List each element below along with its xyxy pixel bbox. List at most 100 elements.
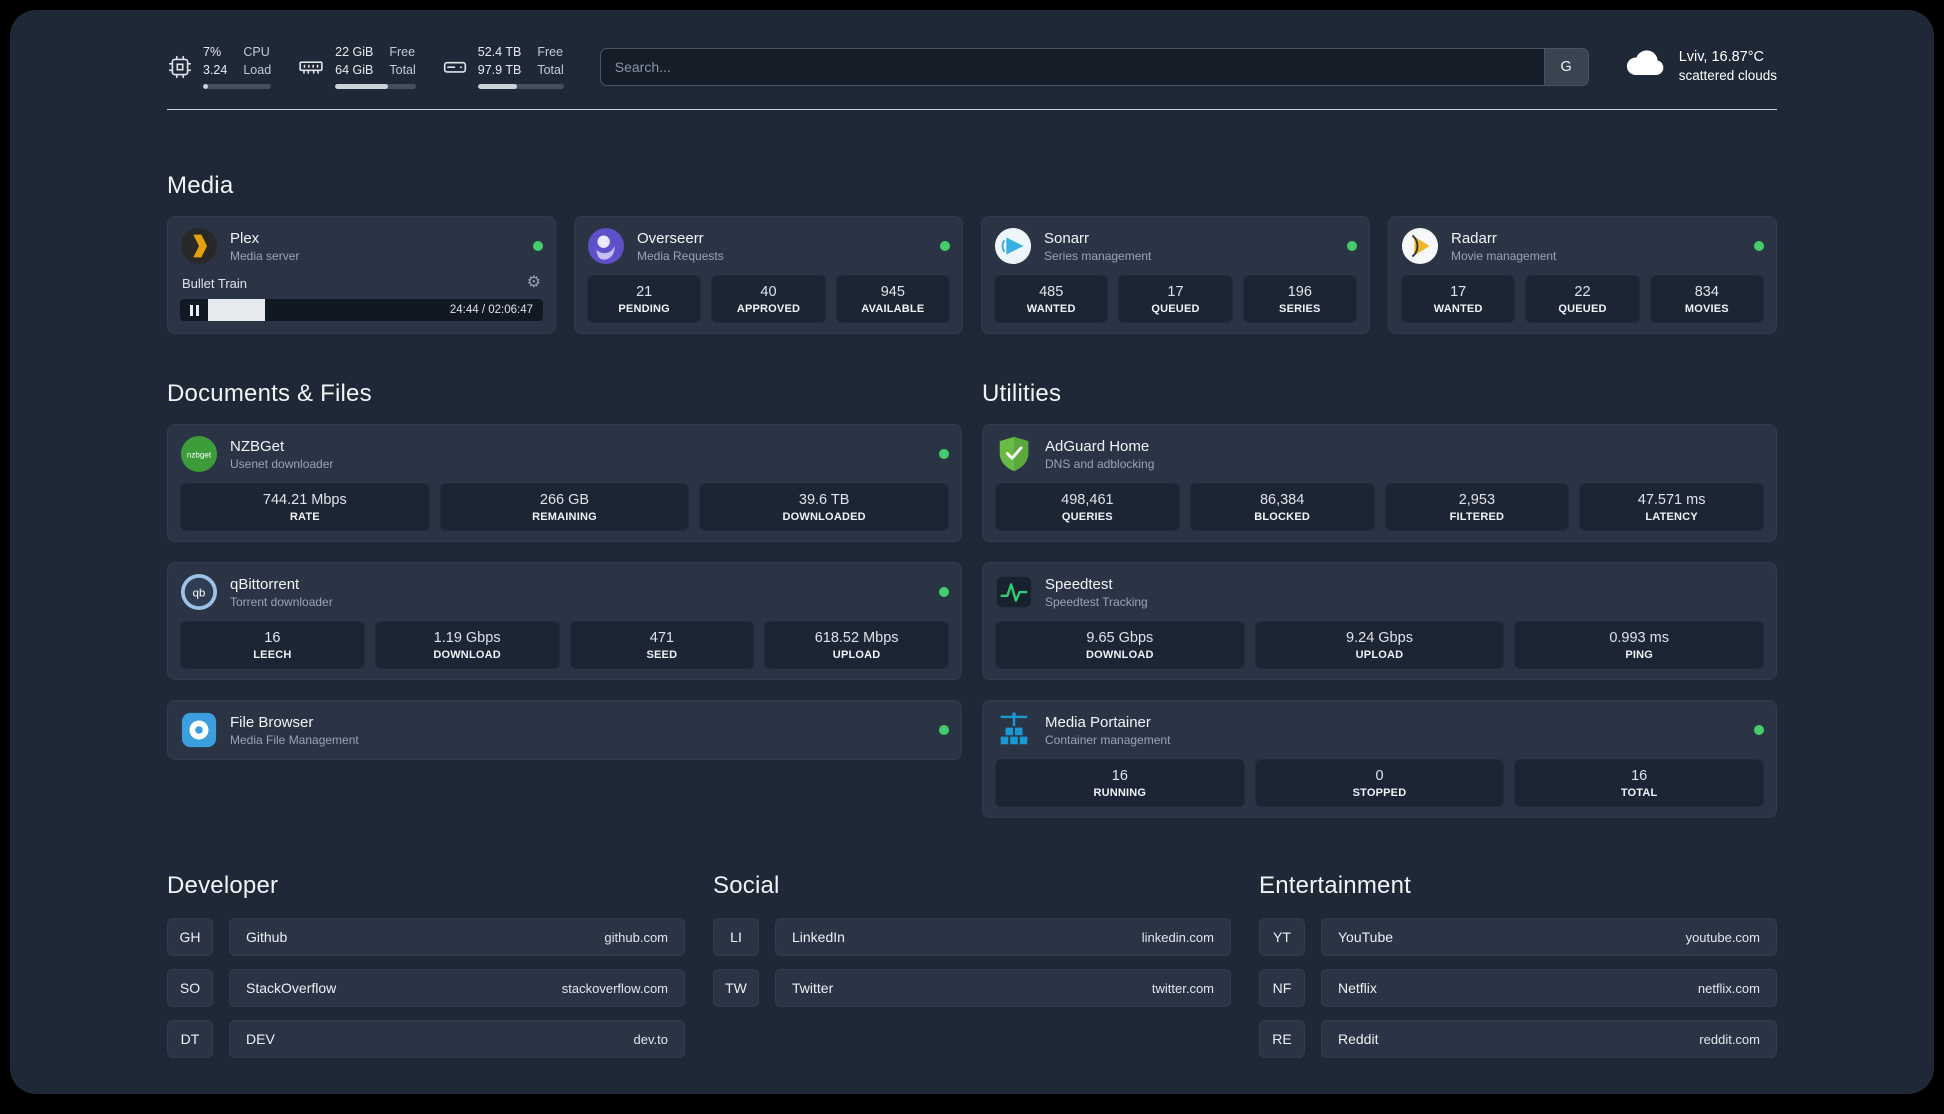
bookmark-url: youtube.com [1685,929,1760,945]
memory-free-value: 22 GiB [335,45,374,59]
status-dot [1347,241,1357,251]
bookmark-link[interactable]: Reddit reddit.com [1321,1020,1777,1058]
stat-tile: 16 TOTAL [1514,759,1764,807]
plex-icon [180,227,218,265]
stat-value: 47.571 ms [1637,492,1706,508]
app-name: Plex [230,229,260,247]
bookmark-row: DT DEV dev.to [167,1020,685,1058]
disk-icon [442,54,468,80]
bookmark-link[interactable]: LinkedIn linkedin.com [775,918,1231,956]
stat-label: QUEUED [1558,303,1607,315]
sonarr-card[interactable]: Sonarr Series management 485 WANTED 17 Q… [981,216,1370,334]
seek-track[interactable]: 24:44 / 02:06:47 [208,299,543,321]
stat-label: MOVIES [1684,303,1729,315]
stat-value: 17 [1167,284,1184,300]
app-desc: DNS and adblocking [1045,456,1155,471]
plex-card[interactable]: Plex Media server Bullet Train ⚙ 24:44 /… [167,216,556,334]
bookmark-abbr[interactable]: SO [167,969,213,1007]
stat-label: SERIES [1279,303,1321,315]
stat-label: UPLOAD [1355,649,1404,661]
app-name: AdGuard Home [1045,437,1150,455]
stat-label: QUEUED [1151,303,1200,315]
stat-tile: 834 MOVIES [1649,275,1764,323]
dashboard-panel: 7% 3.24 CPU Load 22 GiB 64 GiB Free Tota… [10,10,1934,1094]
stat-tile: 618.52 Mbps UPLOAD [764,621,949,669]
stat-tile: 16 LEECH [180,621,365,669]
stat-value: 16 [264,630,281,646]
stat-label: WANTED [1433,303,1483,315]
app-name: qBittorrent [230,575,300,593]
playback-time: 24:44 / 02:06:47 [449,304,533,316]
bookmark-link[interactable]: YouTube youtube.com [1321,918,1777,956]
stat-value: 17 [1450,284,1467,300]
adguard-icon [995,435,1033,473]
cloud-icon [1623,47,1667,86]
search-engine-button[interactable]: G [1543,48,1588,85]
bookmark-link[interactable]: Twitter twitter.com [775,969,1231,1007]
bookmark-abbr[interactable]: RE [1259,1020,1305,1058]
filebrowser-card[interactable]: File Browser Media File Management [167,700,962,760]
stat-value: 618.52 Mbps [814,630,899,646]
stat-value: 945 [880,284,905,300]
memory-progress-bar [335,84,416,89]
stat-tile: 2,953 FILTERED [1384,483,1570,531]
portainer-card[interactable]: Media Portainer Container management 16 … [982,700,1777,818]
app-desc: Speedtest Tracking [1045,594,1148,609]
stat-tile: 9.65 Gbps DOWNLOAD [995,621,1245,669]
bookmark-abbr[interactable]: TW [713,969,759,1007]
pause-button[interactable] [180,299,208,321]
memory-total-label: Total [389,62,416,77]
stat-label: LEECH [253,649,292,661]
bookmark-link[interactable]: Github github.com [229,918,685,956]
bookmark-link[interactable]: StackOverflow stackoverflow.com [229,969,685,1007]
overseerr-card[interactable]: Overseerr Media Requests 21 PENDING 40 A… [574,216,963,334]
stat-label: TOTAL [1620,787,1658,799]
bookmark-link[interactable]: Netflix netflix.com [1321,969,1777,1007]
bookmark-abbr[interactable]: YT [1259,918,1305,956]
gear-icon[interactable]: ⚙ [527,275,541,291]
nzbget-card[interactable]: nzbget NZBGet Usenet downloader 744.21 M… [167,424,962,542]
adguard-card[interactable]: AdGuard Home DNS and adblocking 498,461 … [982,424,1777,542]
section-title-documents: Documents & Files [167,380,372,407]
bookmark-abbr[interactable]: DT [167,1020,213,1058]
stat-label: PING [1625,649,1654,661]
stat-value: 485 [1039,284,1064,300]
cpu-load-label: Load [243,62,272,77]
stat-value: 498,461 [1061,492,1114,508]
status-dot [533,241,543,251]
radarr-icon [1401,227,1439,265]
disk-progress-bar [477,84,564,89]
qbittorrent-card[interactable]: qb qBittorrent Torrent downloader 16 LEE… [167,562,962,680]
bookmark-abbr[interactable]: LI [713,918,759,956]
bookmark-row: TW Twitter twitter.com [713,969,1231,1007]
qbittorrent-icon: qb [180,573,218,611]
cpu-load-value: 3.24 [203,62,228,77]
disk-free-value: 52.4 TB [477,45,522,59]
radarr-card[interactable]: Radarr Movie management 17 WANTED 22 QUE… [1388,216,1777,334]
app-name: Radarr [1451,229,1497,247]
disk-widget: 52.4 TB 97.9 TB Free Total [442,44,564,89]
stat-label: LATENCY [1645,511,1698,523]
bookmark-abbr[interactable]: GH [167,918,213,956]
stat-value: 744.21 Mbps [262,492,347,508]
app-desc: Series management [1044,248,1152,263]
stat-label: DOWNLOAD [1086,649,1154,661]
bookmark-link[interactable]: DEV dev.to [229,1020,685,1058]
stat-value: 266 GB [539,492,590,508]
stat-label: BLOCKED [1254,511,1311,523]
cpu-icon [167,54,193,80]
stat-value: 0 [1375,768,1384,784]
status-dot [939,587,949,597]
disk-total-label: Total [537,62,564,77]
stat-tile: 1.19 Gbps DOWNLOAD [374,621,560,669]
speedtest-card[interactable]: Speedtest Speedtest Tracking 9.65 Gbps D… [982,562,1777,680]
stat-label: DOWNLOADED [782,511,866,523]
bookmark-name: Reddit [1338,1031,1379,1047]
search-input[interactable] [600,48,1544,85]
stat-tile: 47.571 ms LATENCY [1579,483,1764,531]
stat-value: 196 [1287,284,1312,300]
bookmark-abbr[interactable]: NF [1259,969,1305,1007]
disk-total-value: 97.9 TB [477,62,522,77]
app-name: Speedtest [1045,575,1113,593]
section-title-social: Social [713,872,780,899]
